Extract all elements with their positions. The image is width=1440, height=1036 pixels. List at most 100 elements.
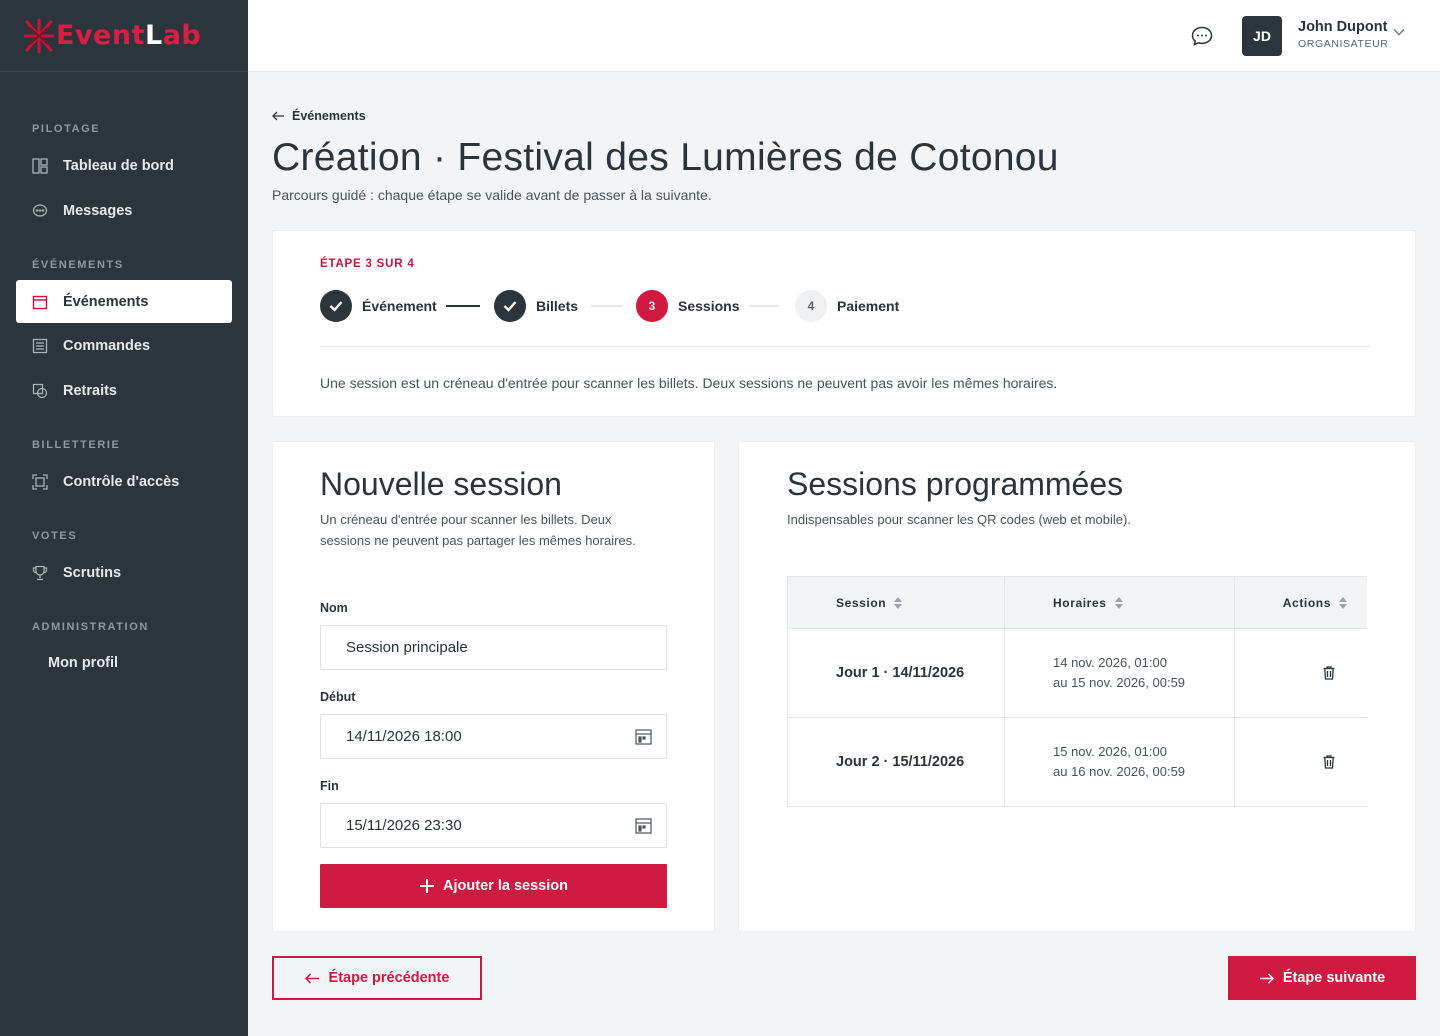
sort-icon [894,596,903,609]
plus-icon [420,879,435,893]
chat-icon[interactable] [1190,25,1214,47]
actions-cell [1235,629,1367,717]
table-row: Jour 1 · 14/11/2026 14 nov. 2026, 01:00 … [787,629,1367,718]
sidebar-item-label: Contrôle d'accès [63,473,180,490]
scan-icon [32,473,48,490]
back-link-label: Événements [292,109,366,123]
brand-logo[interactable]: EventLab [0,0,248,72]
brand-name: EventLab [56,20,202,51]
start-datetime-input[interactable]: 14/11/2026 18:00 [320,714,667,759]
step-label: Billets [536,298,579,314]
end-datetime-input[interactable]: 15/11/2026 23:30 [320,803,667,848]
step-connector [446,305,480,307]
sidebar-item-retraits[interactable]: Retraits [16,369,232,412]
step-billets[interactable]: Billets [494,290,578,322]
button-label: Ajouter la session [443,878,568,894]
sidebar-item-label: Mon profil [48,654,119,671]
calendar-icon[interactable] [635,817,652,834]
column-header-session[interactable]: Session [787,577,1005,628]
step-paiement[interactable]: 4 Paiement [795,290,899,322]
card-description: Un créneau d'entrée pour scanner les bil… [320,512,636,548]
dashboard-icon [32,157,48,174]
add-session-button[interactable]: Ajouter la session [320,864,667,908]
step-number: 4 [795,290,827,322]
back-link[interactable]: Événements [272,109,366,123]
button-label: Étape suivante [1282,970,1386,986]
time-to: au 15 nov. 2026, 00:59 [1053,675,1186,690]
sidebar-item-label: Tableau de bord [63,157,174,174]
time-to: au 16 nov. 2026, 00:59 [1053,764,1186,779]
page-title: Création · Festival des Lumières de Coto… [272,136,1059,179]
sidebar-item-label: Retraits [63,382,117,399]
check-icon [320,290,352,322]
topbar: JD John Dupont ORGANISATEUR [248,0,1440,72]
session-name-input[interactable]: Session principale [320,625,667,670]
orders-icon [32,338,48,354]
session-name: Jour 2 · 15/11/2026 [836,754,965,770]
trophy-icon [32,565,48,581]
actions-cell [1235,718,1367,806]
step-label: Sessions [678,298,740,314]
page-subtitle: Parcours guidé : chaque étape se valide … [272,187,712,203]
step-info-text: Une session est un créneau d'entrée pour… [320,375,1058,391]
nav-section-pilotage: PILOTAGE [32,123,101,135]
next-step-button[interactable]: Étape suivante [1228,956,1416,1000]
card-title: Sessions programmées [787,466,1124,502]
withdraw-icon [32,383,48,399]
step-label: Paiement [837,298,900,314]
sessions-card: Sessions programmées Indispensables pour… [738,441,1416,932]
sidebar-item-mon-profil[interactable]: Mon profil [16,641,232,684]
stepper-card: ÉTAPE 3 SUR 4 Événement Billets 3 Sessio… [272,230,1416,417]
column-header-horaires[interactable]: Horaires [1005,577,1235,628]
session-cell: Jour 2 · 15/11/2026 [787,718,1005,806]
sort-icon [1339,596,1347,609]
sidebar-item-messages[interactable]: Messages [16,189,232,232]
sidebar-item-controle-acces[interactable]: Contrôle d'accès [16,460,232,503]
button-label: Étape précédente [328,970,450,986]
trash-icon[interactable] [1323,755,1335,769]
time-from: 15 nov. 2026, 01:00 [1053,744,1167,759]
trash-icon[interactable] [1323,666,1335,680]
nav-section-votes: VOTES [32,530,78,542]
arrow-left-icon [272,111,284,121]
table-header: Session Horaires Actions [787,577,1367,629]
calendar-icon[interactable] [635,728,652,745]
previous-step-button[interactable]: Étape précédente [272,956,482,1000]
sidebar: EventLab PILOTAGE Tableau de bord Messag… [0,0,248,1036]
card-title: Nouvelle session [320,466,562,502]
field-label: Nom [320,601,348,615]
nav-section-administration: ADMINISTRATION [32,621,149,633]
sidebar-item-evenements[interactable]: Événements [16,280,232,323]
step-number: 3 [636,290,668,322]
step-connector [749,305,779,307]
sidebar-item-dashboard[interactable]: Tableau de bord [16,144,232,187]
sidebar-item-scrutins[interactable]: Scrutins [16,551,232,594]
input-value: Session principale [346,639,468,656]
logo-mark-icon [24,18,54,53]
step-sessions[interactable]: 3 Sessions [636,290,739,322]
main-content: Événements Création · Festival des Lumiè… [248,72,1440,1036]
sidebar-item-commandes[interactable]: Commandes [16,324,232,367]
check-icon [494,290,526,322]
nav-section-billetterie: BILLETTERIE [32,439,121,451]
user-name[interactable]: John Dupont [1298,19,1387,35]
table-row: Jour 2 · 15/11/2026 15 nov. 2026, 01:00 … [787,718,1367,807]
avatar[interactable]: JD [1242,16,1282,56]
step-connector [591,305,623,307]
step-evenement[interactable]: Événement [320,290,437,322]
field-label: Fin [320,779,339,793]
chat-icon [32,203,48,219]
calendar-icon [32,294,48,310]
step-counter: ÉTAPE 3 SUR 4 [320,258,415,270]
times-cell: 14 nov. 2026, 01:00 au 15 nov. 2026, 00:… [1005,629,1235,717]
sidebar-item-label: Commandes [63,337,151,354]
session-name: Jour 1 · 14/11/2026 [836,665,965,681]
field-label: Début [320,690,356,704]
input-value: 15/11/2026 23:30 [346,817,462,834]
nav-section-evenements: ÉVÉNEMENTS [32,259,124,271]
times-cell: 15 nov. 2026, 01:00 au 16 nov. 2026, 00:… [1005,718,1235,806]
column-header-actions[interactable]: Actions [1235,577,1367,628]
time-from: 14 nov. 2026, 01:00 [1053,655,1167,670]
card-description: Indispensables pour scanner les QR codes… [787,512,1131,527]
chevron-down-icon[interactable] [1393,28,1405,36]
